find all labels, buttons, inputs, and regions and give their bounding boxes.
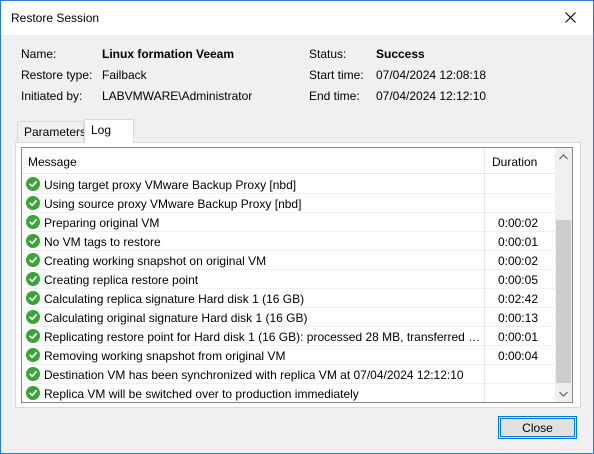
initiated-by-label: Initiated by:: [21, 89, 83, 103]
chevron-up-icon: [559, 153, 568, 159]
log-message: Destination VM has been synchronized wit…: [44, 368, 464, 382]
log-row[interactable]: Creating replica restore point 0:00:05: [22, 270, 555, 289]
tab-log[interactable]: Log: [84, 119, 134, 143]
log-message: Calculating replica signature Hard disk …: [44, 292, 305, 306]
status-label: Status:: [309, 47, 347, 61]
green-check-icon: [26, 348, 40, 362]
log-duration: 0:00:13: [497, 311, 538, 325]
end-time-label: End time:: [309, 89, 360, 103]
log-rows: Using target proxy VMware Backup Proxy […: [22, 175, 555, 402]
log-row[interactable]: No VM tags to restore 0:00:01: [22, 232, 555, 251]
log-row[interactable]: Removing working snapshot from original …: [22, 346, 555, 365]
duration-cell: 0:00:02: [484, 251, 555, 270]
duration-cell: 0:00:02: [484, 213, 555, 232]
close-button[interactable]: Close: [498, 416, 577, 439]
duration-cell: [484, 384, 555, 402]
log-message: Creating replica restore point: [44, 273, 199, 287]
log-row[interactable]: Creating working snapshot on original VM…: [22, 251, 555, 270]
chevron-down-icon: [559, 391, 568, 397]
log-message: Using target proxy VMware Backup Proxy […: [44, 178, 297, 192]
close-window-button[interactable]: [547, 1, 593, 33]
log-duration: 0:00:05: [497, 273, 538, 287]
duration-cell: 0:00:05: [484, 270, 555, 289]
scroll-down-button[interactable]: [555, 385, 572, 402]
column-header-message[interactable]: Message: [28, 155, 77, 169]
log-row[interactable]: Destination VM has been synchronized wit…: [22, 365, 555, 384]
name-label: Name:: [21, 47, 57, 61]
close-button-label: Close: [522, 420, 553, 435]
log-row[interactable]: Calculating replica signature Hard disk …: [22, 289, 555, 308]
log-message: Replica VM will be switched over to prod…: [44, 387, 359, 401]
green-check-icon: [26, 329, 40, 343]
log-duration: 0:00:02: [497, 216, 538, 230]
green-check-icon: [26, 367, 40, 381]
log-row[interactable]: Replica VM will be switched over to prod…: [22, 384, 555, 402]
log-tab-panel: Message Duration Using target proxy VMwa…: [15, 142, 581, 408]
start-time-value: 07/04/2024 12:08:18: [376, 68, 487, 82]
close-icon: [564, 11, 576, 23]
log-row[interactable]: Calculating original signature Hard disk…: [22, 308, 555, 327]
green-check-icon: [26, 272, 40, 286]
log-duration: 0:00:01: [497, 235, 538, 249]
restore-type-value: Failback: [102, 68, 147, 82]
green-check-icon: [26, 234, 40, 248]
log-duration: 0:00:04: [497, 349, 538, 363]
name-value: Linux formation Veeam: [102, 47, 235, 61]
log-list: Message Duration Using target proxy VMwa…: [21, 147, 573, 403]
green-check-icon: [26, 177, 40, 191]
duration-cell: [484, 365, 555, 384]
status-value: Success: [376, 47, 425, 61]
restore-type-label: Restore type:: [21, 68, 93, 82]
log-row[interactable]: Preparing original VM 0:00:02: [22, 213, 555, 232]
duration-cell: [484, 194, 555, 213]
scroll-up-button[interactable]: [555, 148, 572, 165]
green-check-icon: [26, 386, 40, 400]
green-check-icon: [26, 253, 40, 267]
log-duration: 0:00:02: [497, 254, 538, 268]
scroll-thumb[interactable]: [556, 220, 571, 383]
log-header: Message Duration: [22, 148, 555, 174]
green-check-icon: [26, 215, 40, 229]
log-message: Removing working snapshot from original …: [44, 349, 286, 363]
log-duration: 0:02:42: [497, 292, 538, 306]
log-row[interactable]: Replicating restore point for Hard disk …: [22, 327, 555, 346]
green-check-icon: [26, 310, 40, 324]
log-duration: 0:00:01: [497, 330, 538, 344]
start-time-label: Start time:: [309, 68, 364, 82]
log-message: Calculating original signature Hard disk…: [44, 311, 308, 325]
log-row[interactable]: Using target proxy VMware Backup Proxy […: [22, 175, 555, 194]
duration-cell: 0:00:13: [484, 308, 555, 327]
title-bar: Restore Session: [1, 1, 593, 35]
tab-parameters[interactable]: Parameters: [17, 121, 86, 142]
duration-cell: 0:02:42: [484, 289, 555, 308]
duration-cell: 0:00:01: [484, 232, 555, 251]
log-message: Replicating restore point for Hard disk …: [44, 330, 482, 344]
log-message: No VM tags to restore: [44, 235, 161, 249]
log-row[interactable]: Using source proxy VMware Backup Proxy […: [22, 194, 555, 213]
initiated-by-value: LABVMWARE\Administrator: [102, 89, 253, 103]
column-divider[interactable]: [484, 148, 485, 174]
window-title: Restore Session: [11, 11, 100, 25]
log-message: Creating working snapshot on original VM: [44, 254, 267, 268]
restore-session-dialog: Restore Session Name: Linux formation Ve…: [0, 0, 594, 454]
vertical-scrollbar[interactable]: [555, 148, 572, 402]
duration-cell: 0:00:01: [484, 327, 555, 346]
log-message: Preparing original VM: [44, 216, 160, 230]
duration-cell: [484, 175, 555, 194]
green-check-icon: [26, 196, 40, 210]
duration-cell: 0:00:04: [484, 346, 555, 365]
end-time-value: 07/04/2024 12:12:10: [376, 89, 487, 103]
log-message: Using source proxy VMware Backup Proxy […: [44, 197, 302, 211]
column-header-duration[interactable]: Duration: [492, 155, 537, 169]
green-check-icon: [26, 291, 40, 305]
